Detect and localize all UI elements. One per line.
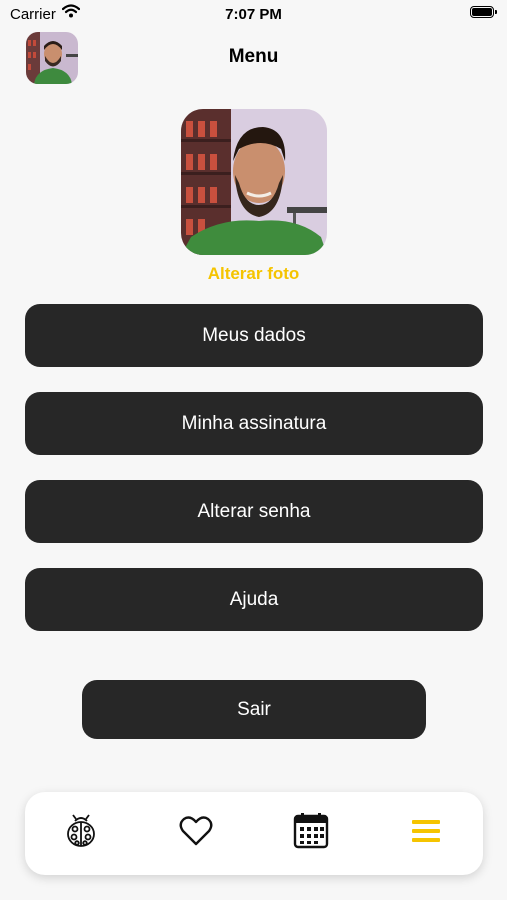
- tab-ladybug[interactable]: [58, 810, 104, 856]
- status-bar: Carrier 7:07 PM: [0, 0, 507, 28]
- change-password-button[interactable]: Alterar senha: [25, 480, 483, 543]
- calendar-icon: [293, 812, 329, 854]
- change-photo-link[interactable]: Alterar foto: [0, 264, 507, 284]
- tab-bar: [25, 792, 483, 875]
- ladybug-icon: [63, 813, 99, 854]
- my-subscription-button[interactable]: Minha assinatura: [25, 392, 483, 455]
- page-title: Menu: [228, 46, 279, 67]
- battery-icon: [470, 6, 498, 20]
- tab-menu[interactable]: [403, 810, 449, 856]
- tab-calendar[interactable]: [288, 810, 334, 856]
- tab-favorites[interactable]: [173, 810, 219, 856]
- menu-icon: [411, 819, 441, 848]
- my-data-button[interactable]: Meus dados: [25, 304, 483, 367]
- heart-icon: [178, 813, 214, 854]
- status-time: 7:07 PM: [225, 6, 282, 23]
- help-button[interactable]: Ajuda: [25, 568, 483, 631]
- profile-photo[interactable]: [181, 109, 327, 255]
- logout-button[interactable]: Sair: [82, 680, 426, 739]
